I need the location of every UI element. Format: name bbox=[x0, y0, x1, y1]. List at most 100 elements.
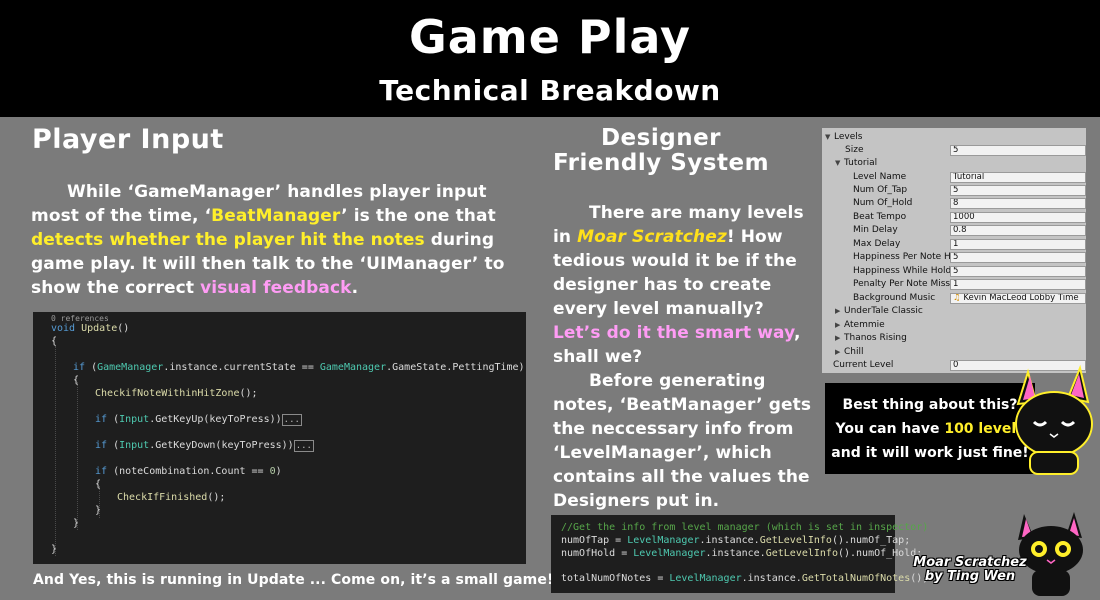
update-code-block: 0 references void Update() { if (GameMan… bbox=[33, 312, 526, 564]
text-run: . bbox=[351, 278, 359, 298]
highlight-detect: detects whether the player hit the notes bbox=[31, 230, 425, 250]
page-subtitle: Technical Breakdown bbox=[379, 74, 721, 107]
code-token: if bbox=[95, 440, 108, 451]
moar-scratchez-logo-text: Moar Scratchez bbox=[577, 227, 727, 247]
code-token: Input bbox=[119, 414, 150, 425]
field-input[interactable]: 8 bbox=[950, 198, 1086, 209]
code-token: if bbox=[95, 414, 108, 425]
field-label: Max Delay bbox=[853, 239, 901, 249]
field-input[interactable]: 1000 bbox=[950, 212, 1086, 223]
field-input[interactable]: 1 bbox=[950, 239, 1086, 250]
code-comment: //Get the info from level manager (which… bbox=[561, 522, 929, 533]
code-token: { bbox=[73, 375, 80, 386]
designer-heading: Designer Friendly System bbox=[552, 125, 770, 176]
best-thing-callout: Best thing about this? You can have 100 … bbox=[825, 383, 1035, 474]
left-footer-note: And Yes, this is running in Update ... C… bbox=[33, 572, 575, 588]
field-input[interactable]: 5 bbox=[950, 252, 1086, 263]
unity-inspector-panel: ▼ Levels Size 5 ▼ Tutorial Level Name Tutori… bbox=[822, 128, 1086, 373]
field-input[interactable]: 1 bbox=[950, 279, 1086, 290]
code-token: { bbox=[51, 336, 58, 347]
code-token: numOfHold = bbox=[561, 548, 634, 559]
collapsed-region-button[interactable]: ... bbox=[281, 414, 302, 426]
header-banner: Game Play Technical Breakdown bbox=[0, 0, 1100, 117]
level-foldout[interactable]: ▶ Chill bbox=[822, 346, 1086, 359]
code-token: GameManager bbox=[97, 362, 164, 373]
level-label: UnderTale Classic bbox=[844, 306, 923, 316]
collapse-triangle-icon: ▶ bbox=[835, 334, 841, 342]
level-foldout[interactable]: ▶ UnderTale Classic bbox=[822, 305, 1086, 318]
designer-paragraph-2: Before generating notes, ‘BeatManager’ g… bbox=[553, 371, 812, 511]
audio-clip-name: Kevin MacLeod Lobby Time bbox=[963, 293, 1079, 303]
tutorial-foldout[interactable]: ▼ Tutorial bbox=[822, 157, 1086, 170]
code-token: ) bbox=[275, 466, 282, 477]
field-label: Penalty Per Note Miss bbox=[853, 279, 951, 289]
field-label: Happiness Per Note Hit bbox=[853, 252, 957, 262]
code-token: (noteCombination.Count == bbox=[107, 466, 270, 477]
code-token: .instance.currentState == bbox=[163, 362, 320, 373]
expand-triangle-icon: ▼ bbox=[825, 133, 831, 141]
text-run: You can have bbox=[835, 421, 945, 437]
designer-paragraph-1: There are many levels in Moar Scratchez!… bbox=[553, 201, 813, 369]
code-token: CheckifNoteWithinHitZone bbox=[95, 388, 240, 399]
callout-line: and it will work just fine! bbox=[831, 445, 1029, 461]
size-field[interactable]: 5 bbox=[950, 145, 1086, 156]
credit-title: Moar Scratchez bbox=[913, 555, 1027, 570]
code-token: LevelManager bbox=[627, 535, 700, 546]
size-label: Size bbox=[845, 145, 864, 155]
code-token: Input bbox=[119, 440, 150, 451]
code-token: (); bbox=[207, 492, 226, 503]
player-input-paragraph: While ‘GameManager’ handles player input… bbox=[31, 180, 536, 300]
code-token: .instance. bbox=[741, 573, 802, 584]
audio-clip-icon: ♫ bbox=[953, 293, 961, 303]
levels-foldout[interactable]: ▼ Levels bbox=[822, 131, 1086, 144]
code-token: void bbox=[51, 323, 76, 334]
code-token: (); bbox=[239, 388, 258, 399]
tutorial-label: Tutorial bbox=[844, 158, 878, 168]
collapse-triangle-icon: ▶ bbox=[835, 307, 841, 315]
sleepy-cat-icon bbox=[1015, 364, 1093, 475]
level-info-code-block: //Get the info from level manager (which… bbox=[551, 515, 928, 593]
code-token: if bbox=[95, 466, 108, 477]
level-foldout[interactable]: ▶ Thanos Rising bbox=[822, 332, 1086, 345]
collapsed-region-button[interactable]: ... bbox=[293, 440, 314, 452]
highlight-beatmanager: BeatManager bbox=[211, 206, 342, 226]
code-token: CheckIfFinished bbox=[117, 492, 208, 503]
code-token: .GetKeyUp(keyToPress)) bbox=[149, 414, 282, 425]
level-label: Thanos Rising bbox=[844, 333, 907, 343]
level-label: Chill bbox=[844, 347, 864, 357]
field-input[interactable]: Tutorial bbox=[950, 172, 1086, 183]
audio-clip-field[interactable]: ♫ Kevin MacLeod Lobby Time bbox=[950, 293, 1086, 304]
collapse-triangle-icon: ▶ bbox=[835, 348, 841, 356]
cat-mascot-icon bbox=[1018, 512, 1083, 596]
level-foldout[interactable]: ▶ Atemmie bbox=[822, 319, 1086, 332]
code-token: ( bbox=[107, 440, 120, 451]
code-token: totalNumOfNotes = bbox=[561, 573, 670, 584]
credit-label: Moar Scratchez by Ting Wen bbox=[910, 556, 1030, 584]
credit-author: by Ting Wen bbox=[924, 569, 1016, 584]
expand-triangle-icon: ▼ bbox=[835, 159, 841, 167]
code-token: } bbox=[51, 544, 58, 555]
code-token: GameManager bbox=[319, 362, 387, 373]
field-input[interactable]: 0.8 bbox=[950, 225, 1086, 236]
code-token: { bbox=[95, 479, 102, 490]
collapse-triangle-icon: ▶ bbox=[835, 321, 841, 329]
callout-line: You can have 100 levels bbox=[825, 421, 1035, 437]
code-token: .instance. bbox=[705, 548, 766, 559]
field-input[interactable]: 5 bbox=[950, 266, 1086, 277]
page-title: Game Play bbox=[408, 10, 692, 64]
code-token: .instance. bbox=[699, 535, 760, 546]
current-level-label: Current Level bbox=[833, 360, 894, 370]
field-label: Num Of_Tap bbox=[853, 185, 908, 195]
level-label: Atemmie bbox=[844, 320, 885, 330]
callout-line: Best thing about this? bbox=[842, 397, 1018, 413]
text-run: ’ is the one that bbox=[341, 206, 496, 226]
code-token: GetLevelInfo bbox=[765, 548, 838, 559]
code-token: } bbox=[95, 505, 102, 516]
field-label: Min Delay bbox=[853, 225, 898, 235]
field-input[interactable]: 5 bbox=[950, 185, 1086, 196]
field-label: Background Music bbox=[853, 293, 936, 303]
levels-label: Levels bbox=[834, 132, 863, 142]
code-token: if bbox=[73, 362, 86, 373]
code-token: LevelManager bbox=[669, 573, 742, 584]
field-label: Happiness While Hold bbox=[853, 266, 952, 276]
